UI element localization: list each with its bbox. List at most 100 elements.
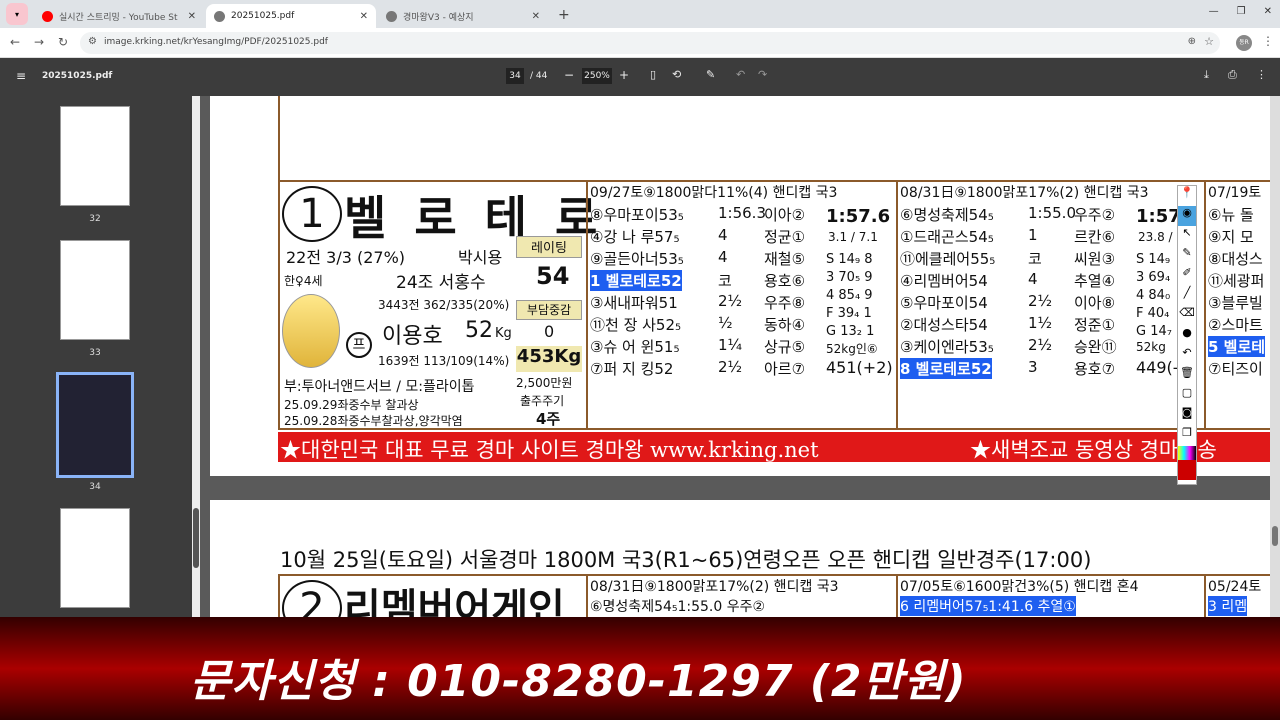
entry-jockey: 르칸⑥ [1074,228,1116,246]
race-header: 05/24토 [1208,579,1262,595]
copy-icon[interactable]: ❐ [1178,426,1196,446]
entry-margin: 4 [718,226,728,244]
profile-avatar[interactable]: 동R [1236,35,1252,51]
camera-icon[interactable]: ◙ [1178,406,1196,426]
chevron-down-icon: ▾ [14,9,19,19]
race-body-weight: 451(+2) [826,358,893,377]
more-options-icon[interactable]: ⋮ [1256,68,1267,81]
body-weight: 453Kg [516,346,582,372]
entry-margin: ½ [718,314,733,332]
kg-unit: Kg [495,326,512,341]
entry-horse: ⑧대성스 [1208,250,1263,268]
interval-value: 4주 [536,410,561,428]
tab-strip: ▾ 실시간 스트리밍 - YouTube St ✕ 20251025.pdf ✕ 경… [0,0,1280,28]
dot-icon[interactable]: ● [1178,326,1196,346]
annotation-toolbar: 📍 ◉ ↖ ✎ ✐ ╱ ⌫ ● ↶ 🗑 ▢ ◙ ❐ [1177,185,1197,485]
reload-button[interactable]: ↻ [58,35,68,49]
trash-icon[interactable]: 🗑 [1178,366,1196,386]
promo-text: 문자신청 : 010-8280-1297 (2만원) [190,656,967,707]
entry-horse: ⑧우마포이53₅ [590,206,684,224]
undo-icon[interactable]: ↶ [1178,346,1196,366]
entry-margin: 4 [1028,270,1038,288]
page-thumbnail[interactable] [60,106,130,206]
close-tab-icon[interactable]: ✕ [360,11,368,22]
zoom-level-input[interactable]: 250% [582,68,612,84]
browser-tab-youtube[interactable]: 실시간 스트리밍 - YouTube St ✕ [34,4,204,28]
back-button[interactable]: ← [10,35,20,49]
entry-margin: 2½ [1028,336,1053,354]
bookmark-star-icon[interactable]: ☆ [1204,35,1214,48]
undo-icon[interactable]: ↶ [736,68,745,81]
hamburger-menu-icon[interactable]: ≡ [16,69,26,83]
race-header: 08/31日⑨1800맑포17%(2) 핸디캡 국3 [590,579,839,595]
ad-banner[interactable]: ★대한민국 대표 무료 경마 사이트 경마왕 www.krking.net ★새… [278,432,1280,462]
color-palette[interactable] [1178,446,1196,460]
download-icon[interactable]: ⤓ [1204,68,1209,82]
fit-page-icon[interactable]: ▯ [650,68,656,81]
cursor-icon[interactable]: ↖ [1178,226,1196,246]
page-thumbnail[interactable] [60,508,130,608]
page-thumbnail-selected[interactable] [56,372,134,478]
line-icon[interactable]: ╱ [1178,286,1196,306]
forward-button[interactable]: → [34,35,44,49]
page-thumbnail[interactable] [60,240,130,340]
entry-horse: ③케이엔라53₅ [900,338,994,356]
scrollbar-thumb[interactable] [1272,526,1278,546]
entry-horse: ⑤우마포이54 [900,294,988,312]
color-swatch[interactable] [1178,460,1196,480]
rotate-icon[interactable]: ⟲ [672,68,681,81]
browser-tab-pdf[interactable]: 20251025.pdf ✕ [206,4,376,28]
page-number-input[interactable]: 34 [506,68,524,84]
divider [896,180,898,430]
zoom-out-button[interactable]: − [564,68,574,82]
entry-margin: 코 [718,272,732,290]
eraser-icon[interactable]: ⌫ [1178,306,1196,326]
screen-icon[interactable]: ▢ [1178,386,1196,406]
entry-jockey: 이아⑧ [1074,294,1116,312]
jockey-avatar [282,294,340,368]
entry-jockey: 씨원③ [1074,250,1116,268]
entry-jockey: 우주② [1074,206,1116,224]
entry-horse: 5 벨로테 [1208,336,1266,357]
restore-button[interactable]: ❐ [1237,6,1246,17]
entry-horse: ②대성스타54 [900,316,988,334]
menu-kebab-icon[interactable]: ⋮ [1262,34,1274,48]
pencil-icon[interactable]: ✎ [1178,246,1196,266]
race-header: 08/31日⑨1800맑포17%(2) 핸디캡 국3 [900,185,1149,201]
browser-tab-krking[interactable]: 경마왕V3 - 예상지 ✕ [378,4,548,28]
entry-jockey: 동하④ [764,316,806,334]
site-info-icon[interactable]: ⚙ [88,36,97,47]
promo-banner: 문자신청 : 010-8280-1297 (2만원) [0,617,1280,720]
close-window-button[interactable]: ✕ [1264,6,1272,17]
rating-label: 레이팅 [516,236,582,258]
pin-icon[interactable]: 📍 [1178,186,1196,206]
divider [1204,180,1206,430]
pedigree: 부:투아너앤드서브 / 모:플라이톱 [284,379,475,395]
prize: 2,500만원 [516,376,573,390]
new-tab-button[interactable]: + [558,7,570,23]
pdf-toolbar: ≡ 20251025.pdf 34 / 44 − 250% + ▯ ⟲ ✎ ↶ … [0,58,1280,96]
page-total: / 44 [530,71,548,81]
entry-horse: ④강 나 루57₅ [590,228,680,246]
race-body-weight: 449(- [1136,358,1179,377]
tab-search-button[interactable]: ▾ [6,3,28,25]
eye-icon[interactable]: ◉ [1178,206,1196,226]
entry-horse: ③새내파워51 [590,294,678,312]
url-field[interactable]: ⚙ image.krking.net/krYesangImg/PDF/20251… [80,32,1220,54]
print-icon[interactable]: ⎙ [1228,68,1237,82]
jockey-name: 이용호 [382,324,443,349]
globe-icon [214,10,225,22]
zoom-in-button[interactable]: + [619,68,629,82]
highlighter-icon[interactable]: ✐ [1178,266,1196,286]
scrollbar-thumb[interactable] [193,508,199,568]
close-tab-icon[interactable]: ✕ [188,11,196,22]
entry-jockey: 상규⑤ [764,338,806,356]
annotate-pen-icon[interactable]: ✎ [706,68,715,81]
entry-margin: 3 [1028,358,1038,376]
close-tab-icon[interactable]: ✕ [532,11,540,22]
entry-horse: ⑦티즈이 [1208,360,1263,378]
minimize-button[interactable]: — [1209,6,1219,17]
zoom-icon[interactable]: ⊕ [1188,36,1196,47]
race-stats: S 14₉ 83 70₅ 94 85₄ 9F 39₄ 1G 13₂ 1 [826,252,875,339]
redo-icon[interactable]: ↷ [758,68,767,81]
